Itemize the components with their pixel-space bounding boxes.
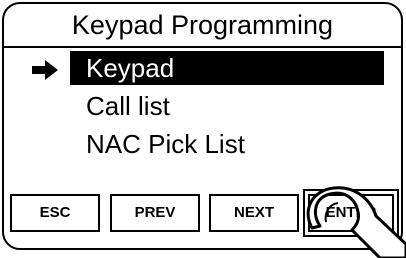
next-button[interactable]: NEXT [209,194,299,232]
finger-press-icon [306,186,406,258]
menu-item-nac-pick-list[interactable]: NAC Pick List [70,127,245,161]
title-divider [4,46,401,48]
screen-title: Keypad Programming [71,10,334,40]
right-arrow-icon [32,60,58,80]
menu-item-keypad[interactable]: Keypad [70,51,384,85]
esc-button[interactable]: ESC [10,194,100,232]
prev-button[interactable]: PREV [110,194,200,232]
menu-item-call-list[interactable]: Call list [70,89,170,123]
